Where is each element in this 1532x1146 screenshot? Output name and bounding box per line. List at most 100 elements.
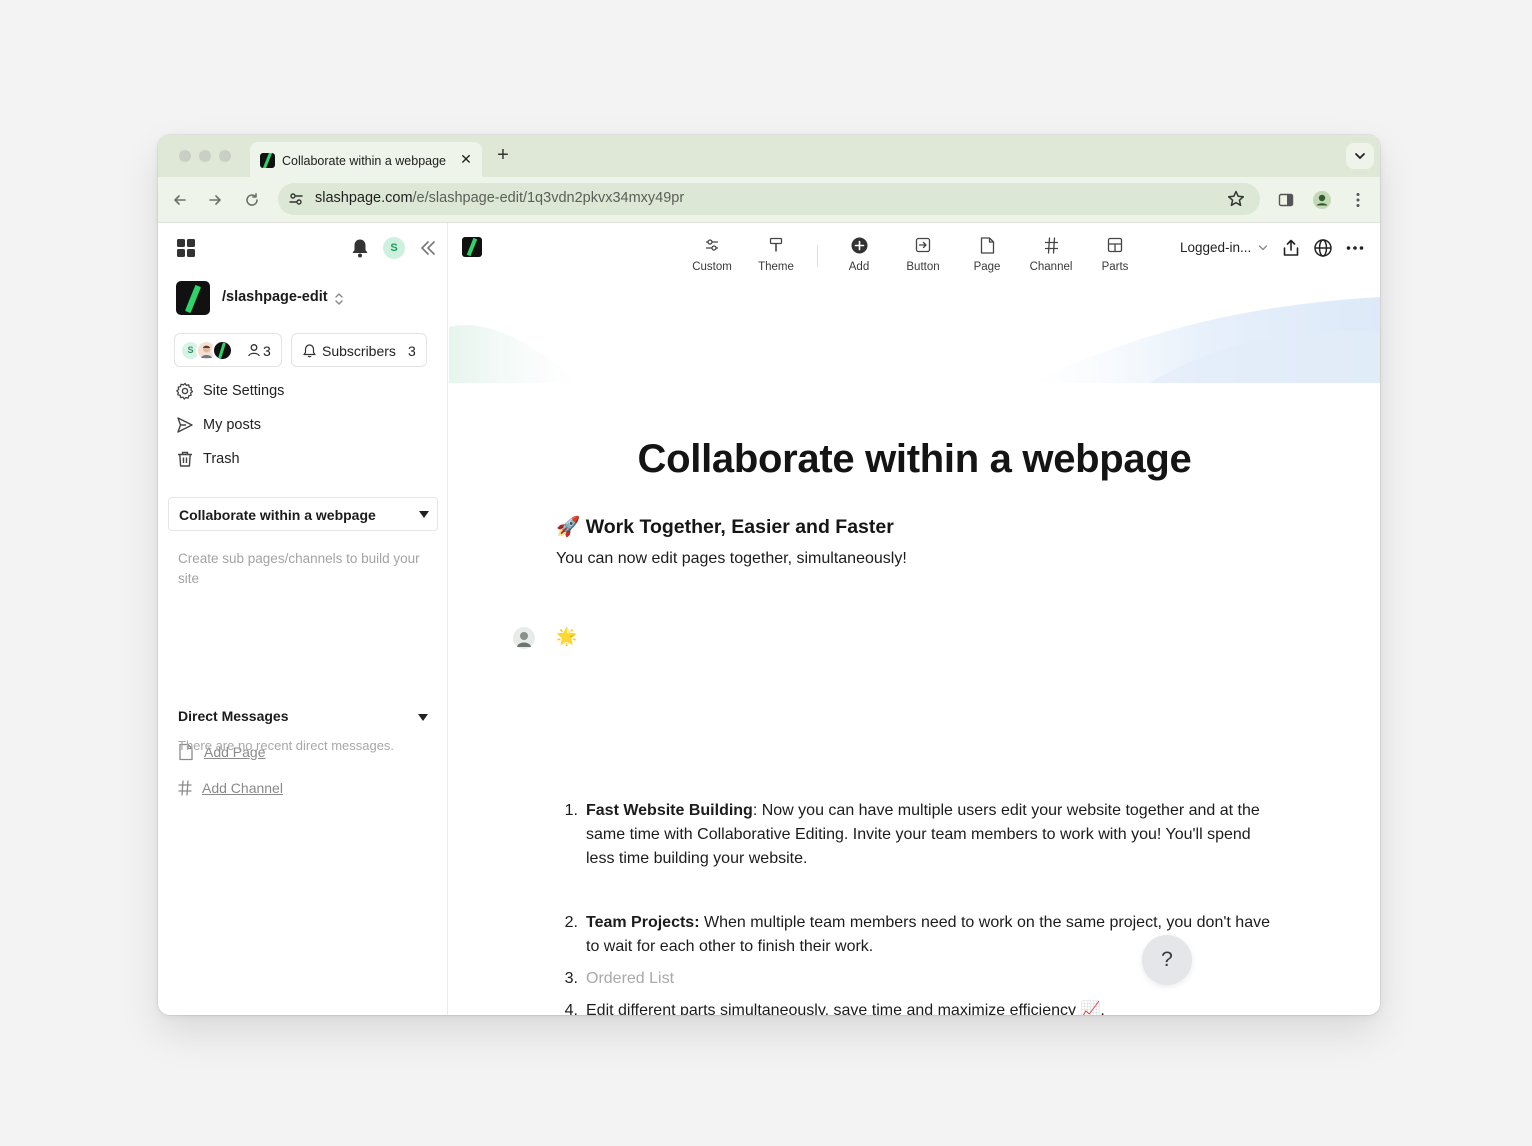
share-icon[interactable]	[1281, 238, 1301, 258]
profile-avatar-icon	[1313, 191, 1331, 209]
rocket-icon: 🚀	[556, 516, 581, 538]
editor-area: Custom Theme Add Button Page Channel Par…	[449, 223, 1380, 1015]
current-page-label: Collaborate within a webpage	[179, 507, 376, 523]
send-icon	[177, 417, 193, 433]
browser-window: Collaborate within a webpage ✕ + slashpa…	[158, 135, 1380, 1015]
hash-icon	[178, 780, 192, 796]
arrow-right-icon	[209, 195, 221, 205]
list-number: 3.	[564, 970, 578, 987]
tool-label: Custom	[692, 261, 732, 273]
tab-strip: Collaborate within a webpage ✕ +	[158, 135, 1380, 177]
chevron-down-icon	[1355, 153, 1365, 159]
forward-button[interactable]	[203, 188, 227, 212]
tool-label: Theme	[758, 261, 794, 273]
tab-search-button[interactable]	[1346, 143, 1374, 169]
apps-grid-icon[interactable]	[177, 239, 195, 257]
page-icon	[980, 237, 994, 254]
collaborator-avatar	[513, 627, 535, 649]
plus-circle-icon	[851, 237, 867, 254]
toolbar-divider	[817, 245, 818, 267]
tool-label: Button	[906, 261, 940, 273]
side-panel-icon	[1278, 193, 1294, 207]
member-avatar	[212, 340, 233, 361]
menu-item-label: My posts	[203, 417, 262, 433]
list-number: 1.	[564, 802, 578, 819]
back-button[interactable]	[168, 188, 192, 212]
collapse-sidebar-icon[interactable]	[419, 239, 437, 257]
side-panel-button[interactable]	[1274, 188, 1298, 212]
subscribers-count: 3	[408, 343, 416, 359]
tool-label: Parts	[1101, 261, 1129, 273]
close-tab-icon[interactable]: ✕	[458, 151, 474, 167]
page-title[interactable]: Collaborate within a webpage	[449, 437, 1380, 482]
add-channel-label: Add Channel	[202, 780, 283, 796]
menu-item-label: Site Settings	[203, 383, 285, 399]
site-name[interactable]: /slashpage-edit	[222, 289, 328, 305]
current-page-dropdown[interactable]: Collaborate within a webpage	[168, 497, 438, 531]
arrow-left-icon	[174, 195, 186, 205]
caret-down-icon	[419, 511, 429, 518]
direct-messages-title[interactable]: Direct Messages	[178, 708, 289, 724]
sidebar: S /slashpage-edit S 3 Subscribers 3 Site…	[158, 223, 448, 1015]
direct-messages-empty: There are no recent direct messages.	[178, 738, 395, 753]
sidebar-hint: Create sub pages/channels to build your …	[178, 551, 420, 586]
tool-button[interactable]: Button	[893, 237, 953, 273]
zoom-window-button[interactable]	[219, 150, 231, 162]
hash-icon	[1044, 237, 1058, 254]
subscribers-button[interactable]: Subscribers 3	[291, 333, 427, 367]
tool-channel[interactable]: Channel	[1021, 237, 1081, 273]
menu-item-label: Trash	[203, 451, 240, 467]
reload-button[interactable]	[240, 188, 264, 212]
chevron-down-icon	[1258, 245, 1268, 251]
slashpage-logo[interactable]	[462, 237, 482, 257]
globe-icon[interactable]	[1313, 238, 1333, 258]
list-item[interactable]: 1. Fast Website Building: Now you can ha…	[556, 799, 1276, 871]
tool-label: Channel	[1029, 261, 1073, 273]
url-text: slashpage.com/e/slashpage-edit/1q3vdn2pk…	[315, 190, 685, 206]
tab-title: Collaborate within a webpage	[282, 154, 446, 168]
slashpage-logo-icon	[218, 342, 226, 359]
menu-item-my-posts[interactable]: My posts	[176, 413, 261, 437]
collaborator-face-icon	[517, 632, 531, 647]
close-window-button[interactable]	[179, 150, 191, 162]
caret-down-icon[interactable]	[418, 714, 428, 721]
add-channel-link[interactable]: Add Channel	[178, 778, 283, 798]
help-button[interactable]: ?	[1142, 935, 1192, 985]
more-icon[interactable]	[1345, 238, 1365, 258]
browser-menu-button[interactable]	[1346, 188, 1370, 212]
list-item[interactable]: 4. Edit different parts simultaneously, …	[556, 999, 1276, 1015]
members-button[interactable]: S 3	[174, 333, 282, 367]
user-avatar[interactable]: S	[383, 237, 405, 259]
site-info-icon[interactable]	[288, 191, 304, 207]
tool-label: Page	[973, 261, 1001, 273]
tool-label: Add	[848, 261, 870, 273]
bell-icon[interactable]	[351, 238, 369, 258]
minimize-window-button[interactable]	[199, 150, 211, 162]
browser-toolbar: slashpage.com/e/slashpage-edit/1q3vdn2pk…	[158, 177, 1380, 223]
layout-icon	[1107, 237, 1123, 253]
kebab-menu-icon	[1356, 193, 1360, 207]
section-heading[interactable]: 🚀 Work Together, Easier and Faster	[556, 515, 894, 539]
tool-theme[interactable]: Theme	[746, 237, 806, 273]
browser-tab[interactable]: Collaborate within a webpage ✕	[250, 142, 482, 177]
menu-item-site-settings[interactable]: Site Settings	[176, 379, 284, 403]
tool-add[interactable]: Add	[829, 237, 889, 273]
chevron-up-down-icon[interactable]	[334, 292, 344, 306]
profile-button[interactable]	[1310, 188, 1334, 212]
slashpage-favicon-icon	[260, 153, 275, 168]
tool-page[interactable]: Page	[957, 237, 1017, 273]
menu-item-trash[interactable]: Trash	[176, 447, 240, 471]
intro-paragraph[interactable]: You can now edit pages together, simulta…	[556, 550, 907, 568]
tool-parts[interactable]: Parts	[1085, 237, 1145, 273]
person-icon	[248, 344, 260, 357]
bell-outline-icon	[303, 344, 316, 358]
trash-icon	[178, 451, 192, 467]
address-bar[interactable]: slashpage.com/e/slashpage-edit/1q3vdn2pk…	[278, 183, 1260, 215]
star-icon: 🌟	[556, 627, 578, 646]
bookmark-star-icon[interactable]	[1226, 189, 1246, 209]
site-logo[interactable]	[176, 281, 210, 315]
tool-custom[interactable]: Custom	[682, 237, 742, 273]
new-tab-button[interactable]: +	[492, 145, 514, 167]
reload-icon	[246, 193, 258, 206]
visibility-dropdown[interactable]: Logged-in...	[1180, 240, 1268, 255]
